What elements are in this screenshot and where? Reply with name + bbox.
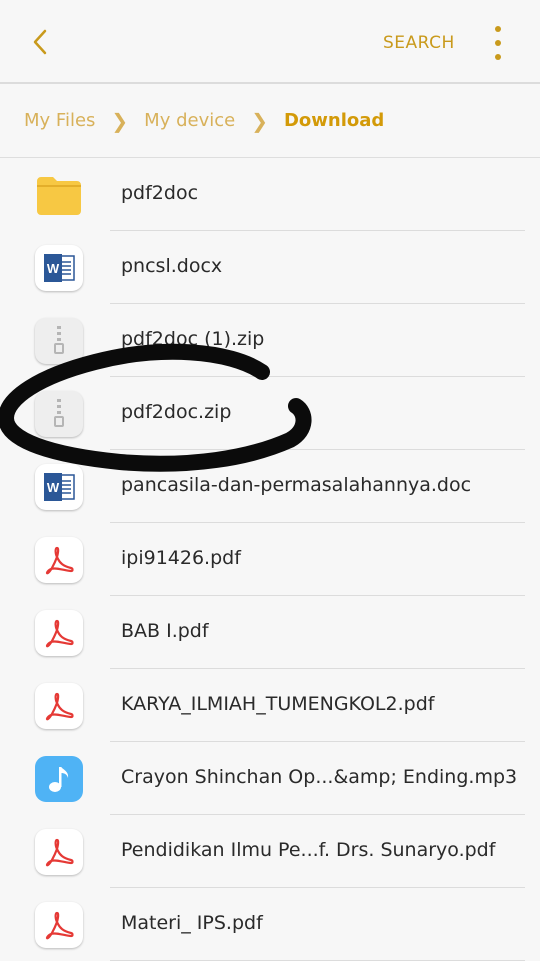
file-list-item[interactable]: pdf2doc.zip — [0, 377, 540, 450]
breadcrumb-my-files[interactable]: My Files — [24, 110, 95, 131]
breadcrumb: My Files ❯ My device ❯ Download — [0, 84, 540, 158]
file-type-icon — [34, 901, 84, 949]
breadcrumb-my-device[interactable]: My device — [144, 110, 235, 131]
file-list-item[interactable]: BAB I.pdf — [0, 596, 540, 669]
pdf-icon — [45, 619, 74, 648]
file-name: KARYA_ILMIAH_TUMENGKOL2.pdf — [121, 693, 435, 715]
file-list-item[interactable]: Materi_ IPS.pdf — [0, 888, 540, 961]
search-button[interactable]: SEARCH — [383, 33, 455, 53]
svg-text:W: W — [47, 261, 60, 276]
chevron-right-icon: ❯ — [251, 108, 268, 133]
file-name: Materi_ IPS.pdf — [121, 912, 263, 934]
file-type-icon — [34, 171, 84, 219]
zip-archive-icon — [54, 326, 64, 354]
file-type-icon — [34, 828, 84, 876]
file-name: BAB I.pdf — [121, 620, 209, 642]
file-type-icon — [34, 536, 84, 584]
file-list-item[interactable]: W pncsl.docx — [0, 231, 540, 304]
file-name: ipi91426.pdf — [121, 547, 241, 569]
file-list-item[interactable]: Crayon Shinchan Op...&amp; Ending.mp3 — [0, 742, 540, 815]
file-list-item[interactable]: pdf2doc (1).zip — [0, 304, 540, 377]
file-name: Crayon Shinchan Op...&amp; Ending.mp3 — [121, 766, 518, 788]
file-type-icon — [34, 755, 84, 803]
word-document-icon: W — [44, 473, 75, 501]
back-button[interactable] — [22, 24, 58, 60]
word-document-icon: W — [44, 254, 75, 282]
breadcrumb-download[interactable]: Download — [284, 110, 384, 131]
chevron-right-icon: ❯ — [111, 108, 129, 133]
chevron-left-icon — [33, 29, 47, 55]
file-name: pancasila-dan-permasalahannya.doc — [121, 474, 472, 496]
file-type-icon — [34, 317, 84, 365]
zip-archive-icon — [54, 399, 64, 427]
pdf-icon — [45, 692, 74, 721]
pdf-icon — [45, 911, 74, 940]
file-name: pdf2doc.zip — [121, 401, 232, 423]
file-name: pdf2doc (1).zip — [121, 328, 265, 350]
file-list-item[interactable]: W pancasila-dan-permasalahannya.doc — [0, 450, 540, 523]
pdf-icon — [45, 838, 74, 867]
file-type-icon: W — [34, 463, 84, 511]
file-name: Pendidikan Ilmu Pe...f. Drs. Sunaryo.pdf — [121, 839, 496, 861]
file-type-icon: W — [34, 244, 84, 292]
file-type-icon — [34, 609, 84, 657]
svg-text:W: W — [47, 480, 60, 495]
file-type-icon — [34, 390, 84, 438]
file-list-item[interactable]: pdf2doc — [0, 158, 540, 231]
file-type-icon — [34, 682, 84, 730]
file-name: pdf2doc — [121, 182, 199, 204]
music-note-icon — [49, 767, 69, 792]
folder-icon — [37, 177, 81, 215]
file-list-item[interactable]: KARYA_ILMIAH_TUMENGKOL2.pdf — [0, 669, 540, 742]
file-name: pncsl.docx — [121, 255, 223, 277]
file-list: pdf2doc W pncsl.docx pdf2doc (1).zip pdf… — [0, 158, 540, 961]
file-list-item[interactable]: Pendidikan Ilmu Pe...f. Drs. Sunaryo.pdf — [0, 815, 540, 888]
pdf-icon — [45, 546, 74, 575]
app-bar: SEARCH — [0, 0, 540, 84]
file-list-item[interactable]: ipi91426.pdf — [0, 523, 540, 596]
more-options-icon[interactable] — [486, 26, 510, 60]
